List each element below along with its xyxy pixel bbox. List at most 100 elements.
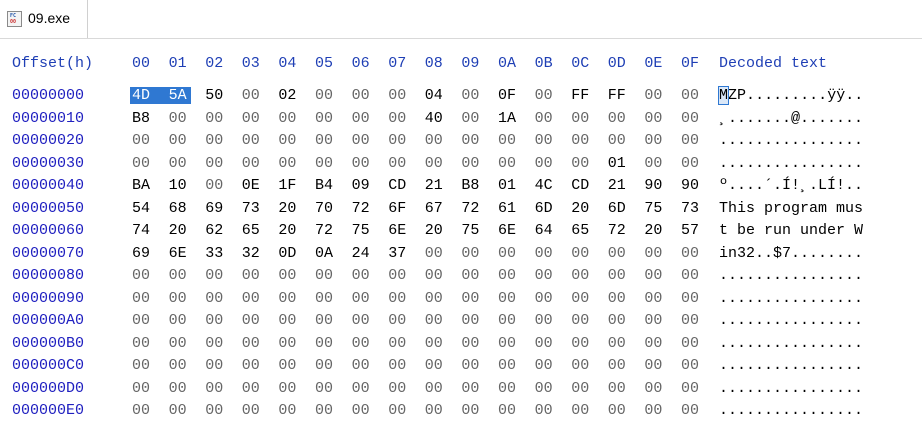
hex-byte[interactable]: 00 [242, 335, 264, 352]
hex-byte[interactable]: 21 [608, 177, 630, 194]
hex-byte[interactable]: 00 [242, 110, 264, 127]
hex-byte[interactable]: 37 [388, 245, 410, 262]
hex-byte[interactable]: 00 [169, 132, 191, 149]
hex-byte[interactable]: 40 [425, 110, 447, 127]
hex-byte[interactable]: 6D [535, 200, 557, 217]
hex-byte[interactable]: 00 [571, 290, 593, 307]
hex-byte[interactable]: 00 [315, 267, 337, 284]
hex-byte[interactable]: 00 [352, 357, 374, 374]
hex-byte[interactable]: 74 [132, 222, 154, 239]
hex-byte[interactable]: 75 [352, 222, 374, 239]
hex-byte[interactable]: 00 [461, 267, 483, 284]
hex-byte[interactable]: 01 [608, 155, 630, 172]
hex-byte[interactable]: 00 [352, 380, 374, 397]
hex-byte[interactable]: 00 [315, 402, 337, 419]
hex-byte[interactable]: 75 [644, 200, 666, 217]
hex-byte[interactable]: 00 [644, 335, 666, 352]
hex-byte[interactable]: 00 [278, 267, 300, 284]
hex-byte[interactable]: 24 [352, 245, 374, 262]
hex-byte[interactable]: 00 [205, 402, 227, 419]
hex-row[interactable]: 00000030 00 00 00 00 00 00 00 00 00 00 00 00 00 01 00 00… [0, 155, 922, 177]
hex-byte[interactable]: 00 [352, 402, 374, 419]
hex-byte[interactable]: 1F [278, 177, 300, 194]
decoded-text[interactable]: ................ [719, 290, 863, 307]
hex-byte[interactable]: 00 [242, 290, 264, 307]
hex-byte[interactable]: 00 [205, 267, 227, 284]
hex-byte[interactable]: BA [132, 177, 154, 194]
hex-byte[interactable]: 00 [498, 312, 520, 329]
hex-byte[interactable]: 00 [278, 380, 300, 397]
hex-byte[interactable]: 00 [461, 87, 483, 104]
hex-byte[interactable]: 00 [535, 357, 557, 374]
hex-byte[interactable]: 00 [535, 335, 557, 352]
hex-byte[interactable]: 00 [388, 357, 410, 374]
hex-byte[interactable]: CD [388, 177, 410, 194]
hex-byte[interactable]: 50 [205, 87, 227, 104]
hex-byte[interactable]: 00 [132, 267, 154, 284]
hex-byte[interactable]: 00 [644, 402, 666, 419]
hex-byte[interactable]: B8 [461, 177, 483, 194]
hex-byte[interactable]: 6E [169, 245, 191, 262]
hex-byte[interactable]: 20 [278, 222, 300, 239]
hex-byte[interactable]: 00 [315, 290, 337, 307]
hex-byte[interactable]: 00 [205, 155, 227, 172]
hex-byte[interactable]: 00 [132, 312, 154, 329]
hex-byte[interactable]: 00 [681, 87, 703, 104]
hex-byte[interactable]: 00 [425, 290, 447, 307]
hex-byte[interactable]: 00 [608, 132, 630, 149]
hex-byte[interactable]: 00 [388, 335, 410, 352]
hex-byte[interactable]: 00 [352, 290, 374, 307]
hex-byte[interactable]: 00 [315, 335, 337, 352]
hex-byte[interactable]: 00 [205, 290, 227, 307]
hex-byte[interactable]: 00 [461, 335, 483, 352]
hex-byte[interactable]: 00 [278, 290, 300, 307]
decoded-text[interactable]: ................ [719, 132, 863, 149]
hex-byte[interactable]: B4 [315, 177, 337, 194]
hex-byte[interactable]: 00 [425, 267, 447, 284]
hex-byte[interactable]: 54 [132, 200, 154, 217]
hex-byte[interactable]: 00 [644, 290, 666, 307]
hex-byte[interactable]: 00 [315, 380, 337, 397]
hex-byte[interactable]: FF [571, 87, 593, 104]
hex-byte[interactable]: 57 [681, 222, 703, 239]
hex-byte[interactable]: 4C [535, 177, 557, 194]
hex-byte[interactable]: 90 [644, 177, 666, 194]
decoded-text[interactable]: ¸.......@....... [719, 110, 863, 127]
hex-byte[interactable]: 00 [571, 155, 593, 172]
hex-byte[interactable]: 00 [535, 290, 557, 307]
hex-byte[interactable]: 00 [461, 357, 483, 374]
hex-byte[interactable]: 00 [608, 357, 630, 374]
hex-byte[interactable]: 6F [388, 200, 410, 217]
hex-byte[interactable]: 00 [608, 267, 630, 284]
hex-byte[interactable]: 00 [169, 290, 191, 307]
hex-byte[interactable]: 00 [169, 155, 191, 172]
hex-byte[interactable]: 00 [205, 177, 227, 194]
hex-byte[interactable]: 00 [681, 245, 703, 262]
hex-byte[interactable]: 00 [681, 267, 703, 284]
hex-byte[interactable]: 00 [132, 155, 154, 172]
hex-byte[interactable]: 65 [242, 222, 264, 239]
hex-byte[interactable]: 00 [498, 267, 520, 284]
hex-byte[interactable]: 00 [425, 357, 447, 374]
hex-byte[interactable]: 00 [498, 380, 520, 397]
hex-byte[interactable]: 00 [278, 402, 300, 419]
hex-byte[interactable]: 00 [352, 312, 374, 329]
hex-byte[interactable]: 09 [352, 177, 374, 194]
decoded-text[interactable]: MZP.........ÿÿ.. [717, 86, 863, 105]
hex-byte[interactable]: 00 [205, 312, 227, 329]
hex-byte[interactable]: 00 [205, 110, 227, 127]
hex-byte[interactable]: 01 [498, 177, 520, 194]
hex-byte[interactable]: 00 [242, 155, 264, 172]
decoded-text[interactable]: This program mus [719, 200, 863, 217]
hex-byte[interactable]: 00 [681, 312, 703, 329]
hex-byte[interactable]: 00 [425, 380, 447, 397]
hex-row[interactable]: 000000A0 00 00 00 00 00 00 00 00 00 00 00 00 00 00 00 00… [0, 312, 922, 334]
hex-byte[interactable]: 00 [169, 110, 191, 127]
hex-byte[interactable]: 00 [388, 132, 410, 149]
hex-byte[interactable]: 00 [315, 110, 337, 127]
hex-byte[interactable]: 00 [461, 380, 483, 397]
hex-byte[interactable]: 00 [278, 312, 300, 329]
hex-byte[interactable]: 00 [169, 402, 191, 419]
hex-byte[interactable]: 00 [169, 335, 191, 352]
hex-byte[interactable]: FF [608, 87, 630, 104]
